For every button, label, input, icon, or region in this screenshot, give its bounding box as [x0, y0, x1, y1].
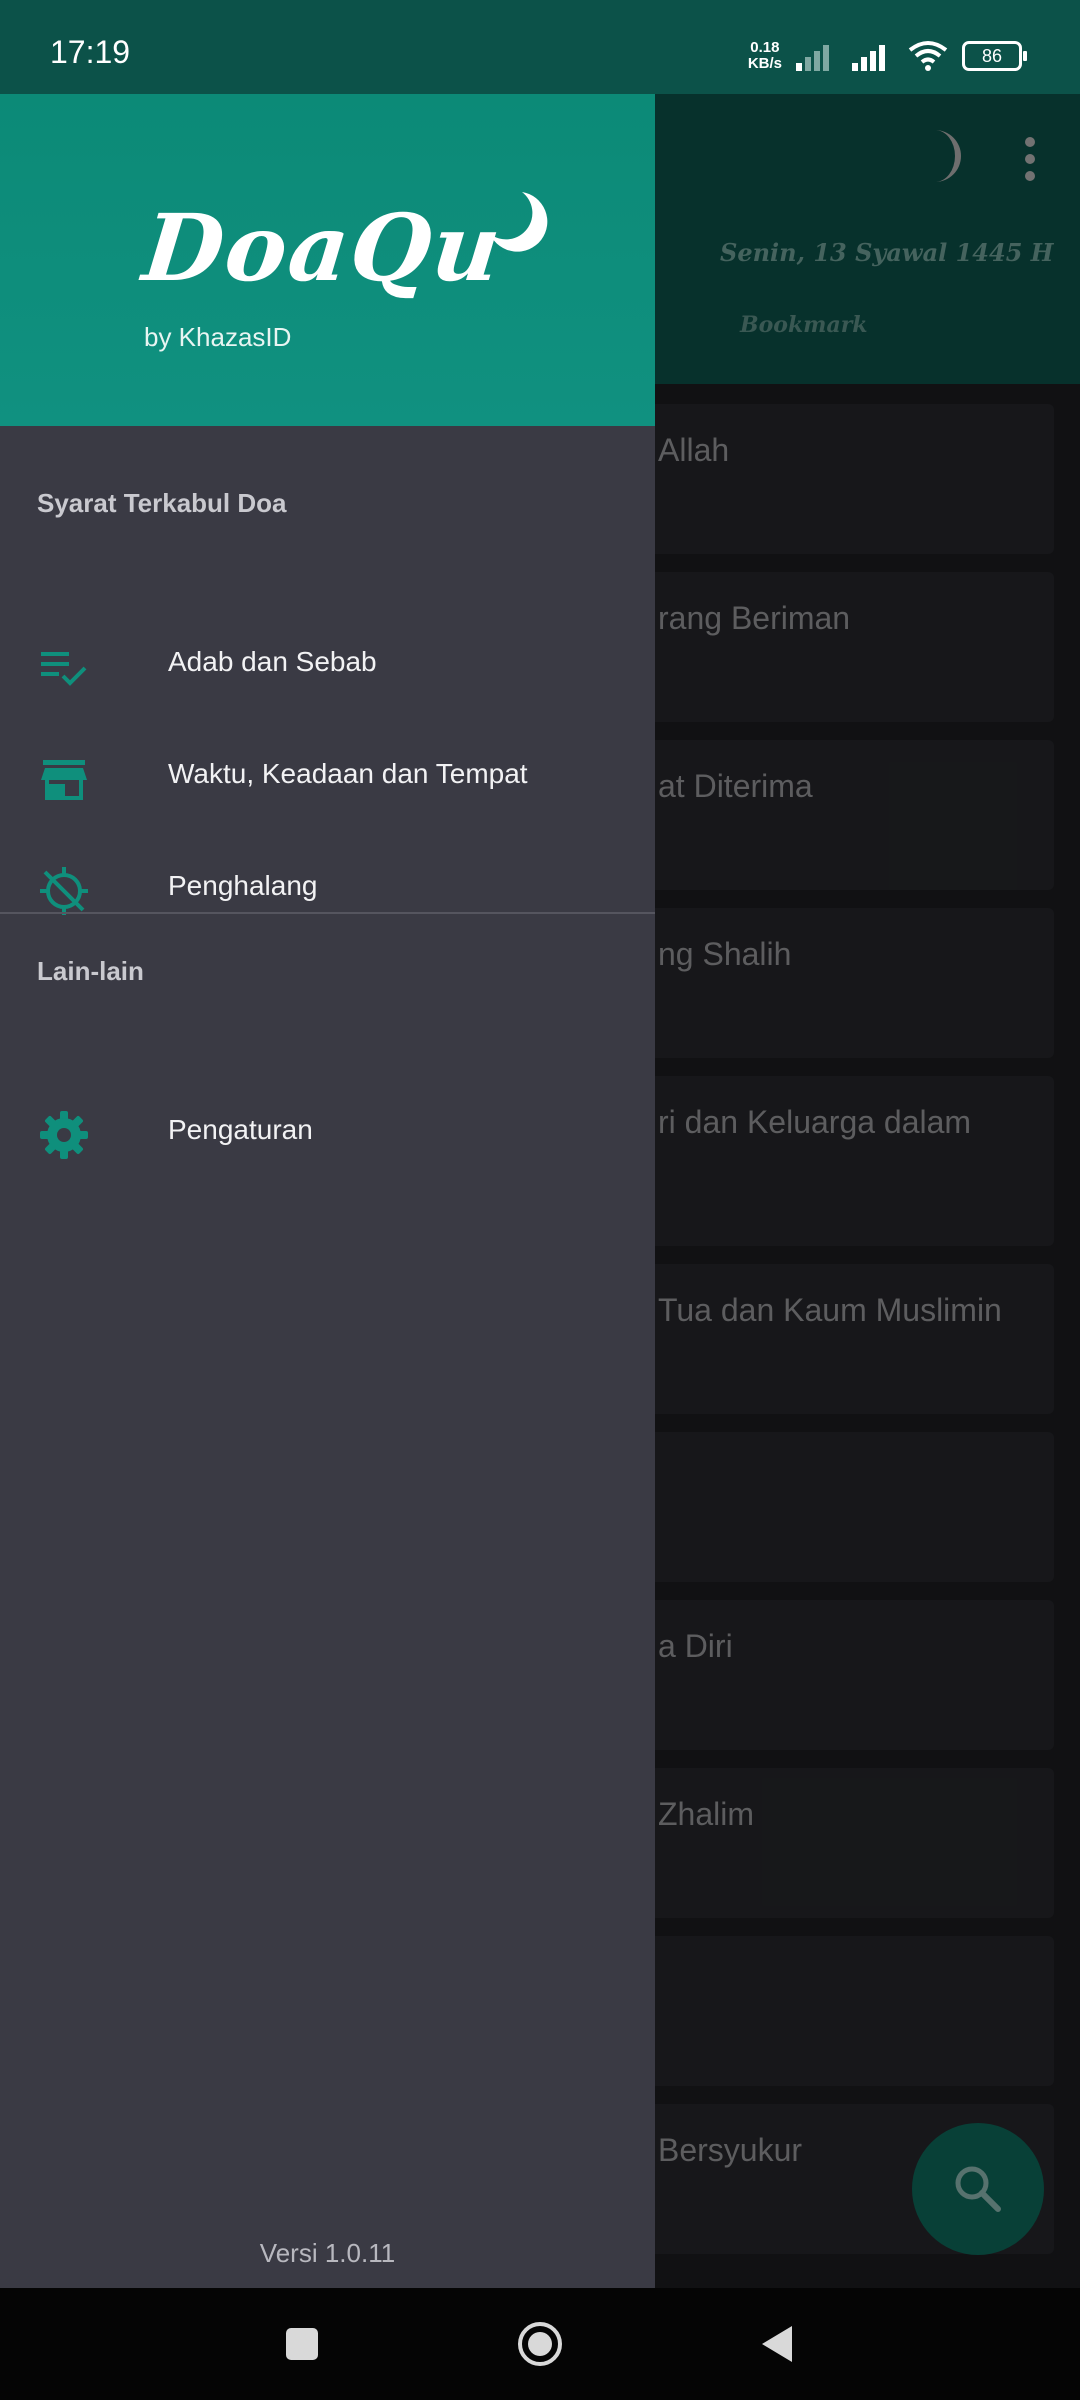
crescent-moon-icon: [490, 192, 548, 252]
drawer-item-pengaturan[interactable]: Pengaturan: [0, 1084, 655, 1180]
drawer-item-penghalang[interactable]: Penghalang: [0, 840, 655, 936]
drawer-item-label: Adab dan Sebab: [168, 646, 377, 677]
wifi-icon: [908, 41, 948, 71]
gps-off-icon: [40, 867, 88, 915]
signal-strong-icon: [852, 45, 885, 71]
drawer-item-label: Penghalang: [168, 870, 318, 901]
drawer-item-waktu[interactable]: Waktu, Keadaan dan Tempat: [0, 728, 655, 824]
drawer-item-label: Waktu, Keadaan dan Tempat: [168, 758, 528, 789]
battery-indicator: 86: [962, 41, 1027, 71]
section-title-syarat: Syarat Terkabul Doa: [37, 488, 287, 518]
network-speed: 0.18 KB/s: [747, 39, 782, 72]
store-icon: [41, 760, 87, 800]
gear-icon: [40, 1111, 88, 1159]
version-text: Versi 1.0.11: [259, 2238, 396, 2268]
back-icon[interactable]: [748, 2314, 808, 2374]
status-indicators: 0.18 KB/s 86: [747, 36, 1027, 76]
section-title-lain-lain: Lain-lain: [37, 956, 144, 986]
home-icon[interactable]: [510, 2314, 570, 2374]
signal-weak-icon: [796, 45, 829, 71]
playlist-check-icon: [41, 652, 87, 686]
drawer-divider: [0, 912, 655, 914]
system-nav-bar: [0, 2288, 1080, 2400]
drawer-item-adab[interactable]: Adab dan Sebab: [0, 616, 655, 712]
recents-icon[interactable]: [272, 2314, 332, 2374]
status-time: 17:19: [50, 34, 131, 70]
drawer-header: DoaQu by KhazasID: [0, 94, 655, 426]
navigation-drawer: DoaQu by KhazasID Syarat Terkabul Doa Ad…: [0, 94, 655, 2288]
status-bar: 17:19 0.18 KB/s 86: [0, 0, 1080, 94]
logo-subtitle: by KhazasID: [144, 322, 292, 352]
drawer-item-label: Pengaturan: [168, 1114, 313, 1145]
app-logo: DoaQu: [138, 194, 508, 302]
